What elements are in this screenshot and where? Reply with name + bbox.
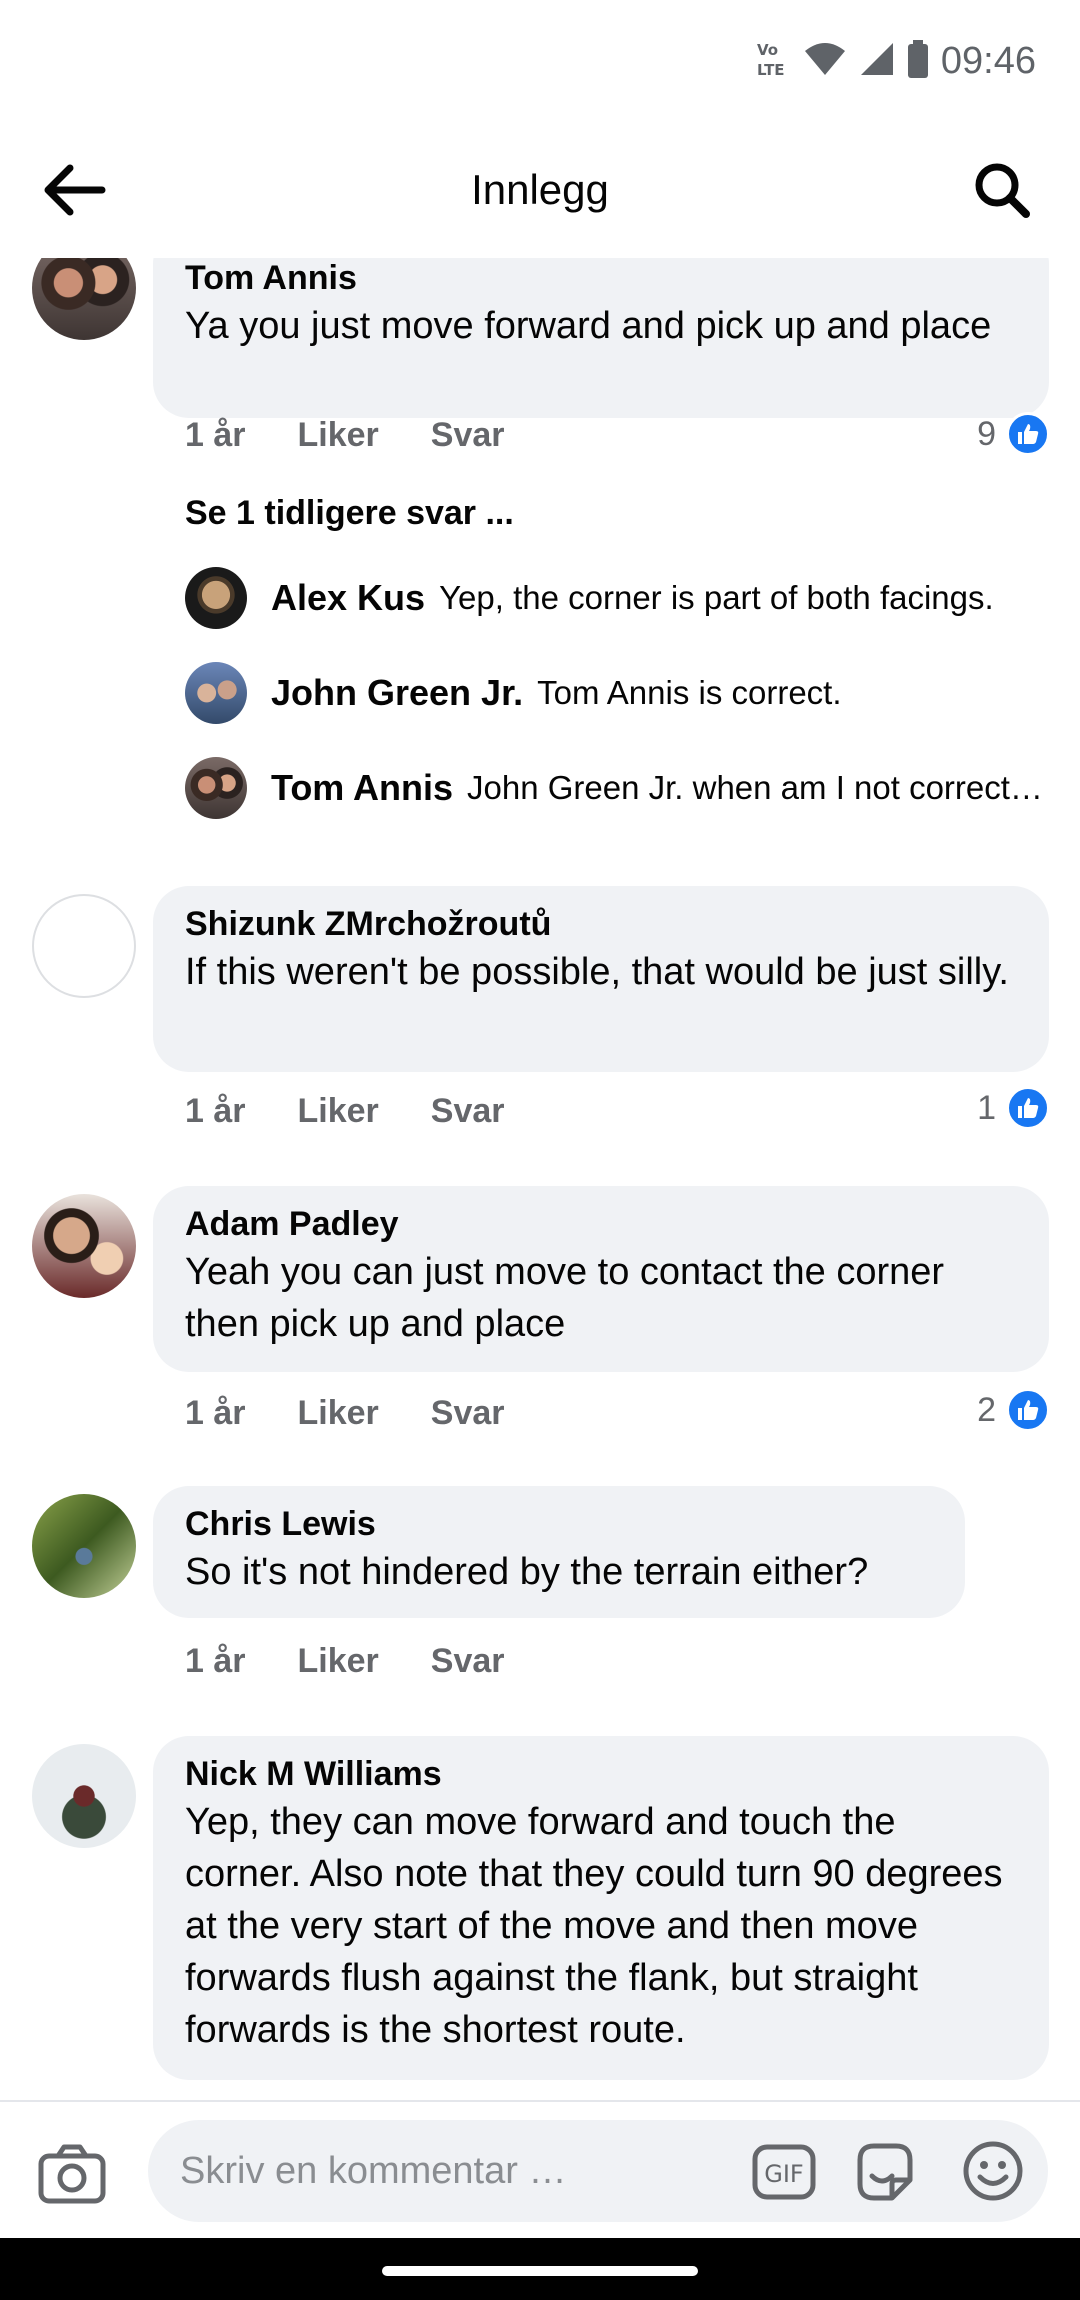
reply-item[interactable]: Tom Annis John Green Jr. when am I not c… xyxy=(185,756,1050,820)
reply-text: Tom Annis is correct. xyxy=(537,674,842,711)
wifi-icon xyxy=(803,41,847,82)
svg-text:GIF: GIF xyxy=(764,2160,803,2188)
comment-time[interactable]: 1 år xyxy=(185,1092,246,1131)
page-title: Innlegg xyxy=(471,166,609,213)
volte-icon: Vo LTE xyxy=(755,39,791,84)
comment-bubble[interactable]: Tom Annis Ya you just move forward and p… xyxy=(153,258,1049,418)
comment-actions: 1 år Liker Svar xyxy=(185,1092,505,1131)
clock: 09:46 xyxy=(940,39,1036,82)
comment-time[interactable]: 1 år xyxy=(185,1394,246,1433)
comment-text: If this weren't be possible, that would … xyxy=(185,951,1009,993)
reaction-count[interactable]: 9 xyxy=(977,412,1050,456)
comment-author[interactable]: Adam Padley xyxy=(185,1202,1017,1246)
smiley-icon xyxy=(963,2141,1023,2201)
status-bar: Vo LTE 09:46 xyxy=(0,0,1080,120)
comment-author[interactable]: Nick M Williams xyxy=(185,1752,1017,1796)
reply-item[interactable]: Alex Kus Yep, the corner is part of both… xyxy=(185,566,1050,630)
avatar[interactable] xyxy=(185,757,247,819)
comment-text: Yep, they can move forward and touch the… xyxy=(185,1801,1003,2051)
reply-button[interactable]: Svar xyxy=(431,1642,505,1681)
comment-text: Ya you just move forward and pick up and… xyxy=(185,305,992,347)
avatar[interactable] xyxy=(32,1744,136,1848)
thumbs-up-icon xyxy=(1006,1086,1050,1130)
view-previous-replies[interactable]: Se 1 tidligere svar ... xyxy=(185,494,514,533)
status-icons: Vo LTE 09:46 xyxy=(755,36,1036,86)
comment-actions: 1 år Liker Svar xyxy=(185,416,505,455)
comment-actions: 1 år Liker Svar xyxy=(185,1642,505,1681)
comment-composer: Skriv en kommentar … GIF xyxy=(0,2100,1080,2238)
comment-author[interactable]: Shizunk ZMrchožroutů xyxy=(185,902,1017,946)
camera-button[interactable] xyxy=(38,2144,106,2204)
comment-time[interactable]: 1 år xyxy=(185,1642,246,1681)
comment-actions: 1 år Liker Svar xyxy=(185,1394,505,1433)
like-count: 9 xyxy=(977,414,996,453)
avatar[interactable] xyxy=(32,258,136,340)
like-button[interactable]: Liker xyxy=(298,416,379,455)
reply-button[interactable]: Svar xyxy=(431,416,505,455)
system-navigation-bar xyxy=(0,2238,1080,2300)
avatar[interactable] xyxy=(32,1494,136,1598)
reply-text: Yep, the corner is part of both facings. xyxy=(439,579,994,616)
comment-author[interactable]: Chris Lewis xyxy=(185,1502,933,1546)
home-handle[interactable] xyxy=(382,2266,698,2276)
comment-bubble[interactable]: Chris Lewis So it's not hindered by the … xyxy=(153,1486,965,1618)
avatar[interactable] xyxy=(185,662,247,724)
sticker-icon xyxy=(857,2143,913,2201)
avatar[interactable] xyxy=(185,567,247,629)
svg-text:LTE: LTE xyxy=(757,61,785,79)
battery-icon xyxy=(907,39,929,83)
like-count: 1 xyxy=(977,1088,996,1127)
reply-author[interactable]: Alex Kus xyxy=(271,577,425,619)
comment-input-placeholder: Skriv en kommentar … xyxy=(180,2150,567,2192)
reaction-count[interactable]: 2 xyxy=(977,1388,1050,1432)
signal-icon xyxy=(859,41,895,82)
gif-icon: GIF xyxy=(752,2144,816,2200)
camera-icon xyxy=(38,2144,106,2204)
reply-button[interactable]: Svar xyxy=(431,1394,505,1433)
reply-item[interactable]: John Green Jr. Tom Annis is correct. xyxy=(185,661,1050,725)
comment-text: Yeah you can just move to contact the co… xyxy=(185,1251,945,1345)
thumbs-up-icon xyxy=(1006,412,1050,456)
search-icon xyxy=(975,163,1030,218)
like-button[interactable]: Liker xyxy=(298,1642,379,1681)
comment-time[interactable]: 1 år xyxy=(185,416,246,455)
gif-button[interactable]: GIF xyxy=(752,2144,816,2200)
reply-author[interactable]: John Green Jr. xyxy=(271,672,523,714)
reply-button[interactable]: Svar xyxy=(431,1092,505,1131)
like-button[interactable]: Liker xyxy=(298,1394,379,1433)
avatar[interactable] xyxy=(32,1194,136,1298)
like-button[interactable]: Liker xyxy=(298,1092,379,1131)
reply-author[interactable]: Tom Annis xyxy=(271,767,453,809)
comment-list[interactable]: Tom Annis Ya you just move forward and p… xyxy=(0,258,1080,2098)
reply-text: John Green Jr. when am I not correct… xyxy=(467,769,1043,806)
thumbs-up-icon xyxy=(1006,1388,1050,1432)
emoji-button[interactable] xyxy=(962,2140,1024,2202)
comment-bubble[interactable]: Adam Padley Yeah you can just move to co… xyxy=(153,1186,1049,1372)
avatar[interactable] xyxy=(32,894,136,998)
svg-text:Vo: Vo xyxy=(757,41,778,59)
search-button[interactable] xyxy=(972,160,1032,220)
reaction-count[interactable]: 1 xyxy=(977,1086,1050,1130)
comment-bubble[interactable]: Shizunk ZMrchožroutů If this weren't be … xyxy=(153,886,1049,1072)
top-app-bar: Innlegg xyxy=(0,130,1080,250)
comment-author[interactable]: Tom Annis xyxy=(185,258,1017,300)
like-count: 2 xyxy=(977,1390,996,1429)
comment-input[interactable]: Skriv en kommentar … GIF xyxy=(148,2120,1048,2222)
comment-bubble[interactable]: Nick M Williams Yep, they can move forwa… xyxy=(153,1736,1049,2080)
sticker-button[interactable] xyxy=(852,2140,916,2204)
comment-text: So it's not hindered by the terrain eith… xyxy=(185,1551,869,1593)
